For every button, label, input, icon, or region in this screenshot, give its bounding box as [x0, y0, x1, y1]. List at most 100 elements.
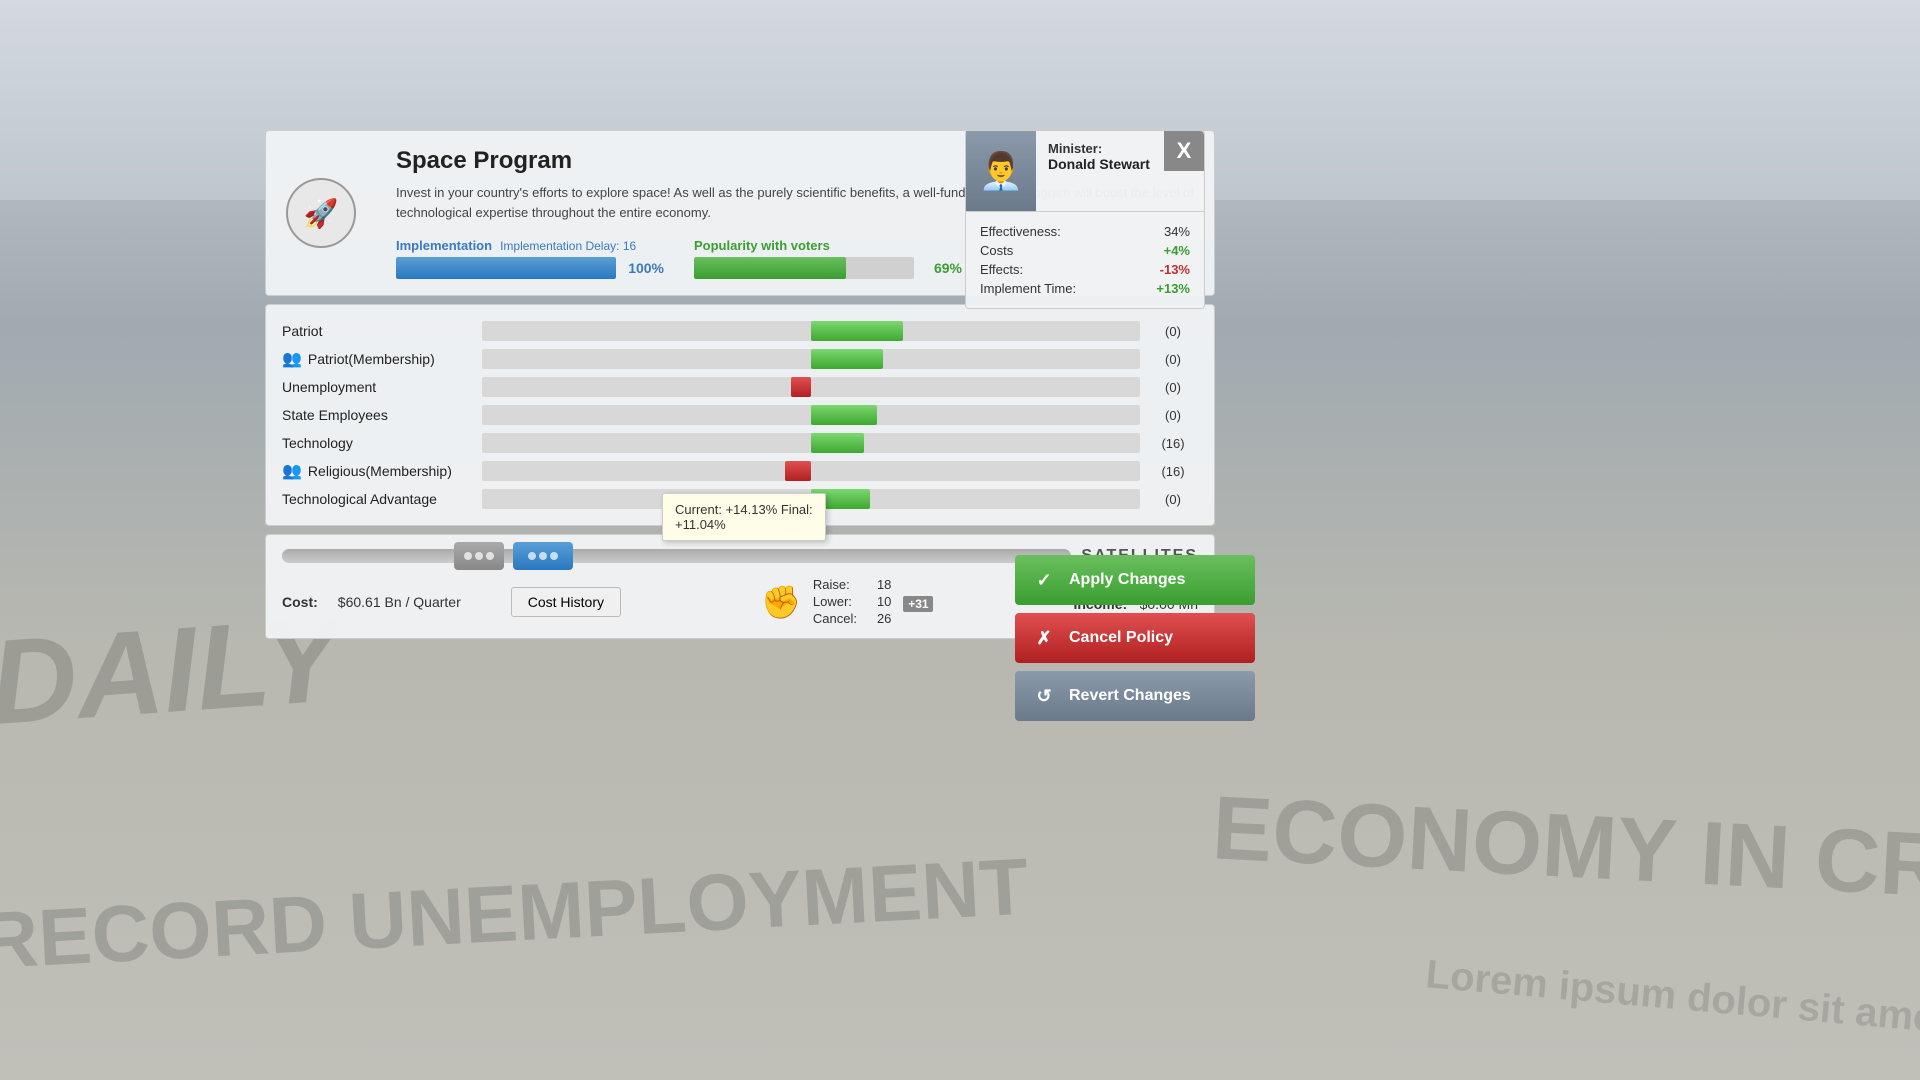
patriot-value: (0): [1148, 324, 1198, 339]
minister-name-area: Minister: Donald Stewart: [1036, 131, 1164, 211]
policy-icon-area: 🚀: [266, 131, 376, 295]
effect-name-unemployment: Unemployment: [282, 379, 482, 395]
cancel-vote-label: Cancel:: [813, 611, 857, 626]
effect-name-religious-membership: 👥 Religious(Membership): [282, 461, 482, 481]
cancel-policy-button[interactable]: ✗ Cancel Policy: [1015, 613, 1255, 663]
effects-panel: Patriot (0) 👥 Patriot(Membership) (0) Un…: [265, 304, 1215, 526]
popularity-item: Popularity with voters 69%: [694, 238, 962, 279]
implementation-bar-bg: [396, 257, 616, 279]
vote-net-value: +31: [903, 596, 933, 612]
raise-label: Raise:: [813, 577, 850, 592]
effect-bar-religious-membership: [482, 461, 1140, 481]
effect-row-state-employees: State Employees (0): [282, 401, 1198, 429]
implement-time-row: Implement Time: +13%: [980, 279, 1190, 298]
costs-row: Costs +4%: [980, 241, 1190, 260]
effects-value: -13%: [1160, 262, 1190, 277]
unemployment-bar-fill: [791, 377, 811, 397]
thumb-dot-1: [464, 552, 472, 560]
effectiveness-value: 34%: [1164, 224, 1190, 239]
costs-value: +4%: [1164, 243, 1190, 258]
effect-bar-patriot: [482, 321, 1140, 341]
tooltip-box: Current: +14.13% Final: +11.04%: [662, 493, 826, 541]
religious-membership-value: (16): [1148, 464, 1198, 479]
popularity-label: Popularity with voters: [694, 238, 962, 253]
raise-value: 18: [877, 577, 891, 592]
thumb-dot-5: [539, 552, 547, 560]
effect-bar-state-employees: [482, 405, 1140, 425]
vote-cancel-row: Cancel: 26: [813, 611, 892, 626]
effect-row-unemployment: Unemployment (0) Current: +14.13% Final:…: [282, 373, 1198, 401]
cost-history-button[interactable]: Cost History: [511, 587, 621, 617]
minister-label: Minister:: [1048, 141, 1152, 156]
implementation-bar-wrap: 100%: [396, 257, 664, 279]
effectiveness-row: Effectiveness: 34%: [980, 222, 1190, 241]
slider-thumb-right[interactable]: [513, 542, 573, 570]
effects-row: Effects: -13%: [980, 260, 1190, 279]
effect-name-technology: Technology: [282, 435, 482, 451]
action-buttons: ✓ Apply Changes ✗ Cancel Policy ↺ Revert…: [1015, 555, 1255, 721]
patriot-membership-value: (0): [1148, 352, 1198, 367]
minister-panel: 👨‍💼 Minister: Donald Stewart X Effective…: [965, 130, 1205, 309]
cancel-vote-value: 26: [877, 611, 891, 626]
technology-bar-fill: [811, 433, 864, 453]
slider-thumb-left[interactable]: [454, 542, 504, 570]
revert-changes-button[interactable]: ↺ Revert Changes: [1015, 671, 1255, 721]
thumb-dot-4: [528, 552, 536, 560]
implementation-bar-fill: [396, 257, 616, 279]
revert-changes-label: Revert Changes: [1069, 687, 1191, 705]
costs-label: Costs: [980, 243, 1013, 258]
slider-track[interactable]: [282, 549, 1071, 563]
effect-name-state-employees: State Employees: [282, 407, 482, 423]
cancel-policy-label: Cancel Policy: [1069, 629, 1173, 647]
patriot-membership-bar-fill: [811, 349, 883, 369]
effect-bar-unemployment: [482, 377, 1140, 397]
state-employees-value: (0): [1148, 408, 1198, 423]
thumb-dot-3: [486, 552, 494, 560]
implementation-item: Implementation Implementation Delay: 16 …: [396, 238, 664, 279]
minister-photo: 👨‍💼: [966, 131, 1036, 211]
religious-membership-bar-fill: [785, 461, 811, 481]
effect-row-technology: Technology (16): [282, 429, 1198, 457]
apply-changes-label: Apply Changes: [1069, 571, 1185, 589]
tech-advantage-value: (0): [1148, 492, 1198, 507]
cancel-x-icon: ✗: [1031, 625, 1057, 651]
implement-time-value: +13%: [1156, 281, 1190, 296]
effects-label: Effects:: [980, 262, 1023, 277]
effect-bar-technology: [482, 433, 1140, 453]
vote-raise-row: Raise: 18: [813, 577, 892, 592]
implementation-pct: 100%: [624, 260, 664, 276]
vote-section: ✊ Raise: 18 Lower: 10 Cancel: 26 +31: [761, 577, 933, 626]
effect-bar-patriot-membership: [482, 349, 1140, 369]
vote-stats: Raise: 18 Lower: 10 Cancel: 26: [813, 577, 892, 626]
implementation-label: Implementation: [396, 238, 492, 253]
popularity-bar-fill: [694, 257, 846, 279]
vote-lower-row: Lower: 10: [813, 594, 892, 609]
implement-time-label: Implement Time:: [980, 281, 1076, 296]
close-button[interactable]: X: [1164, 131, 1204, 171]
technology-value: (16): [1148, 436, 1198, 451]
effect-row-patriot-membership: 👥 Patriot(Membership) (0): [282, 345, 1198, 373]
vote-fist-icon: ✊: [761, 583, 801, 621]
effectiveness-label: Effectiveness:: [980, 224, 1061, 239]
popularity-bar-bg: [694, 257, 914, 279]
apply-check-icon: ✓: [1031, 567, 1057, 593]
apply-changes-button[interactable]: ✓ Apply Changes: [1015, 555, 1255, 605]
policy-icon: 🚀: [286, 178, 356, 248]
revert-icon: ↺: [1031, 683, 1057, 709]
state-employees-bar-fill: [811, 405, 877, 425]
effect-row-patriot: Patriot (0): [282, 317, 1198, 345]
effect-name-patriot: Patriot: [282, 323, 482, 339]
cost-label: Cost:: [282, 594, 318, 610]
effect-name-patriot-membership: 👥 Patriot(Membership): [282, 349, 482, 369]
popularity-bar-wrap: 69%: [694, 257, 962, 279]
thumb-dot-2: [475, 552, 483, 560]
patriot-bar-fill: [811, 321, 903, 341]
delay-label: Implementation Delay: 16: [500, 239, 636, 253]
cost-value: $60.61 Bn / Quarter: [338, 594, 461, 610]
membership-icon: 👥: [282, 349, 302, 369]
lower-value: 10: [877, 594, 891, 609]
effect-row-religious-membership: 👥 Religious(Membership) (16): [282, 457, 1198, 485]
effect-name-tech-advantage: Technological Advantage: [282, 491, 482, 507]
minister-header: 👨‍💼 Minister: Donald Stewart X: [966, 131, 1204, 211]
popularity-pct: 69%: [922, 260, 962, 276]
